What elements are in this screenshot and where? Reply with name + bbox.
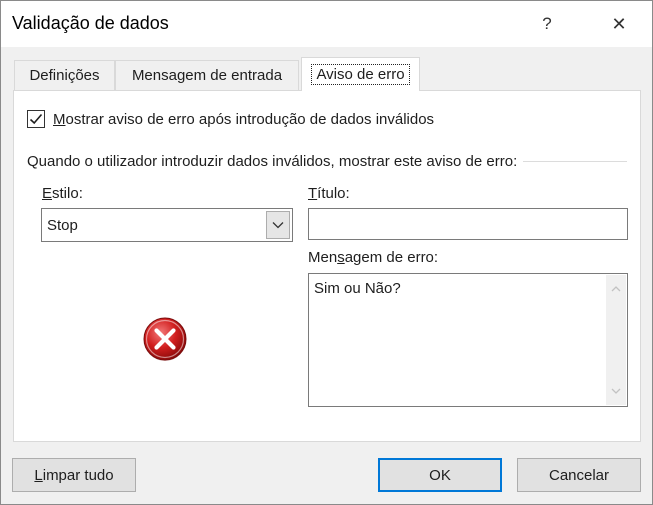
tab-input-message[interactable]: Mensagem de entrada — [115, 60, 299, 90]
chevron-down-icon — [272, 222, 284, 229]
style-select[interactable]: Stop — [41, 208, 293, 242]
scroll-up-icon[interactable] — [606, 279, 626, 299]
help-icon: ? — [542, 14, 552, 33]
ok-button[interactable]: OK — [378, 458, 502, 492]
tab-label: Definições — [29, 67, 100, 84]
error-message-scrollbar[interactable] — [606, 275, 626, 405]
title-input[interactable] — [308, 208, 628, 240]
help-button[interactable]: ? — [524, 1, 570, 47]
style-select-value: Stop — [47, 217, 78, 234]
tab-label: Mensagem de entrada — [131, 67, 283, 84]
checkmark-icon — [29, 113, 43, 125]
section-label: Quando o utilizador introduzir dados inv… — [27, 152, 518, 170]
clear-all-button[interactable]: Limpar tudo — [12, 458, 136, 492]
error-message-text: Sim ou Não? — [314, 280, 401, 297]
show-alert-checkbox[interactable] — [27, 110, 45, 128]
ok-label: OK — [429, 466, 451, 484]
data-validation-dialog: Validação de dados ? ✕ Definições Mensag… — [0, 0, 653, 505]
clear-all-label: Limpar tudo — [34, 466, 114, 484]
error-message-textarea[interactable]: Sim ou Não? — [308, 273, 628, 407]
dialog-title: Validação de dados — [12, 13, 169, 33]
stop-icon — [141, 315, 189, 363]
show-alert-row[interactable]: Mostrar aviso de erro após introdução de… — [27, 109, 434, 129]
cancel-label: Cancelar — [548, 466, 610, 484]
title-label: Título: — [308, 185, 350, 202]
cancel-button[interactable]: Cancelar — [517, 458, 641, 492]
style-label: Estilo: — [42, 185, 83, 202]
tab-label: Aviso de erro — [311, 64, 410, 85]
error-message-label: Mensagem de erro: — [308, 249, 439, 266]
style-dropdown-button[interactable] — [266, 211, 290, 239]
tab-error-alert[interactable]: Aviso de erro — [301, 57, 420, 91]
tab-definitions[interactable]: Definições — [14, 60, 115, 90]
show-alert-label: Mostrar aviso de erro após introdução de… — [53, 110, 435, 128]
scroll-down-icon[interactable] — [606, 381, 626, 401]
section-header: Quando o utilizador introduzir dados inv… — [27, 151, 627, 171]
close-button[interactable]: ✕ — [596, 1, 642, 47]
title-bar: Validação de dados ? ✕ — [1, 1, 652, 47]
section-divider — [523, 160, 627, 162]
close-icon: ✕ — [611, 13, 627, 34]
